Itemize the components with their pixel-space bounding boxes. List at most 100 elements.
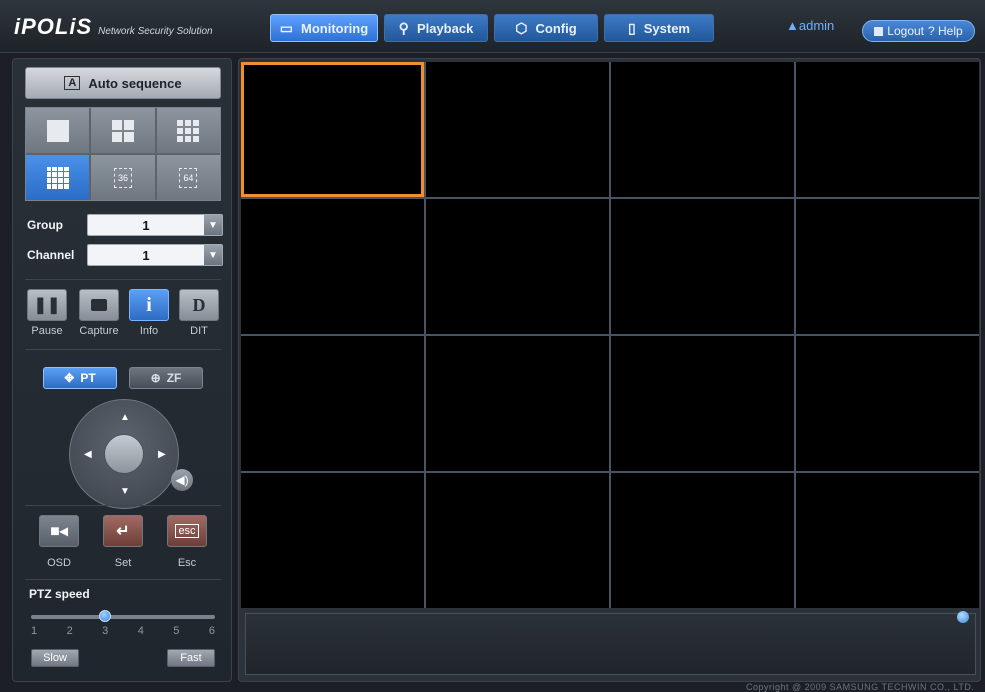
slow-button[interactable]: Slow xyxy=(31,649,79,667)
auto-sequence-label: Auto sequence xyxy=(88,75,182,91)
layout-36-icon: 36 xyxy=(113,167,132,188)
up-arrow-icon[interactable]: ▲ xyxy=(120,412,130,423)
zf-label: ZF xyxy=(166,371,182,385)
group-select[interactable]: 1 ▼ xyxy=(87,214,223,236)
top-bar: iPOLiS Network Security Solution ▭ Monito… xyxy=(0,0,985,53)
logout-icon xyxy=(874,26,884,36)
auto-sequence-button[interactable]: A Auto sequence xyxy=(25,67,221,99)
info-icon: i xyxy=(146,293,152,316)
layout-selector: 36 64 xyxy=(25,107,221,201)
osd-button[interactable]: ■◂ xyxy=(39,515,79,547)
down-arrow-icon[interactable]: ▼ xyxy=(120,486,130,497)
layout-36-button[interactable]: 36 xyxy=(91,155,155,200)
layout-4-button[interactable] xyxy=(91,108,155,153)
dit-icon: D xyxy=(192,294,206,315)
nav-playback[interactable]: ⚲ Playback xyxy=(384,14,488,42)
fast-button[interactable]: Fast xyxy=(167,649,215,667)
logout-help-button[interactable]: Logout ? Help xyxy=(862,20,975,42)
video-cell[interactable] xyxy=(611,62,794,197)
video-cell[interactable] xyxy=(241,473,424,608)
video-cell[interactable] xyxy=(796,473,979,608)
divider xyxy=(25,505,221,506)
ptz-direction-pad[interactable]: ▲ ▼ ◀ ▶ xyxy=(69,399,179,509)
video-cell[interactable] xyxy=(611,199,794,334)
camera-icon xyxy=(91,299,107,311)
group-label: Group xyxy=(27,218,63,232)
video-cell[interactable] xyxy=(426,473,609,608)
video-cell[interactable] xyxy=(611,336,794,471)
zoom-icon: ⊕ xyxy=(150,371,161,385)
info-button[interactable]: i xyxy=(129,289,169,321)
scroll-handle[interactable] xyxy=(957,611,969,623)
layout-1-button[interactable] xyxy=(26,108,90,153)
control-panel: A Auto sequence 36 64 Group 1 ▼ Channel … xyxy=(12,58,232,682)
timeline-area xyxy=(245,613,976,675)
speed-tick-label: 6 xyxy=(208,625,215,637)
channel-label: Channel xyxy=(27,248,75,262)
layout-16-icon xyxy=(46,166,69,189)
speed-tick-label: 4 xyxy=(137,625,144,637)
video-cell[interactable] xyxy=(426,62,609,197)
esc-button[interactable]: esc xyxy=(167,515,207,547)
dit-label: DIT xyxy=(190,325,208,337)
nav-config[interactable]: ⬡ Config xyxy=(494,14,598,42)
ptz-speed-track[interactable] xyxy=(31,615,215,619)
left-arrow-icon[interactable]: ◀ xyxy=(84,449,92,460)
video-cell[interactable] xyxy=(611,473,794,608)
info-label: Info xyxy=(139,325,159,337)
layout-64-button[interactable]: 64 xyxy=(156,155,220,200)
speed-tick-label: 5 xyxy=(173,625,180,637)
video-cell[interactable] xyxy=(426,199,609,334)
enter-icon: ↵ xyxy=(116,523,130,540)
nav-config-label: Config xyxy=(535,20,577,36)
ptz-speed-scale: 1 2 3 4 5 6 xyxy=(31,625,215,637)
group-value: 1 xyxy=(142,217,150,233)
layout-1-icon xyxy=(46,119,69,142)
chevron-down-icon[interactable]: ▼ xyxy=(204,215,222,235)
pt-button[interactable]: ✥ PT xyxy=(43,367,117,389)
zf-button[interactable]: ⊕ ZF xyxy=(129,367,203,389)
ptz-speed-thumb[interactable] xyxy=(99,610,112,622)
video-cell[interactable] xyxy=(426,336,609,471)
nav-system[interactable]: ▯ System xyxy=(604,14,714,42)
layout-4-icon xyxy=(111,119,134,142)
ptz-center-button[interactable] xyxy=(104,434,144,474)
user-indicator[interactable]: ▲admin xyxy=(786,18,834,33)
set-label: Set xyxy=(114,557,132,569)
layout-9-icon xyxy=(177,119,200,142)
nav-monitoring[interactable]: ▭ Monitoring xyxy=(270,14,378,42)
pt-label: PT xyxy=(80,371,96,385)
video-cell[interactable] xyxy=(796,336,979,471)
user-icon: ▲ xyxy=(786,18,799,33)
pause-button[interactable]: ❚❚ xyxy=(27,289,67,321)
divider xyxy=(25,279,221,280)
video-cell[interactable] xyxy=(796,199,979,334)
nav-monitoring-label: Monitoring xyxy=(301,20,369,36)
speed-tick-label: 2 xyxy=(66,625,73,637)
video-cell[interactable] xyxy=(241,336,424,471)
speaker-icon: ◀) xyxy=(175,473,189,487)
video-cell[interactable] xyxy=(241,199,424,334)
dit-button[interactable]: D xyxy=(179,289,219,321)
video-cell[interactable] xyxy=(241,62,424,197)
video-cell[interactable] xyxy=(796,62,979,197)
video-grid xyxy=(241,62,979,608)
capture-button[interactable] xyxy=(79,289,119,321)
channel-select[interactable]: 1 ▼ xyxy=(87,244,223,266)
speaker-button[interactable]: ◀) xyxy=(171,469,193,491)
divider xyxy=(25,349,221,350)
layout-9-button[interactable] xyxy=(156,108,220,153)
speed-tick-label: 1 xyxy=(31,625,38,637)
logout-label[interactable]: Logout xyxy=(887,24,924,38)
layout-64-icon: 64 xyxy=(179,167,198,188)
set-button[interactable]: ↵ xyxy=(103,515,143,547)
layout-16-button[interactable] xyxy=(26,155,90,200)
monitor-icon: ▭ xyxy=(279,19,294,36)
chevron-down-icon[interactable]: ▼ xyxy=(204,245,222,265)
pause-icon: ❚❚ xyxy=(33,297,61,314)
help-label[interactable]: ? Help xyxy=(928,24,963,38)
ptz-speed-label: PTZ speed xyxy=(29,587,90,601)
right-arrow-icon[interactable]: ▶ xyxy=(158,449,166,460)
user-name: admin xyxy=(798,18,835,33)
server-icon: ▯ xyxy=(628,19,636,36)
